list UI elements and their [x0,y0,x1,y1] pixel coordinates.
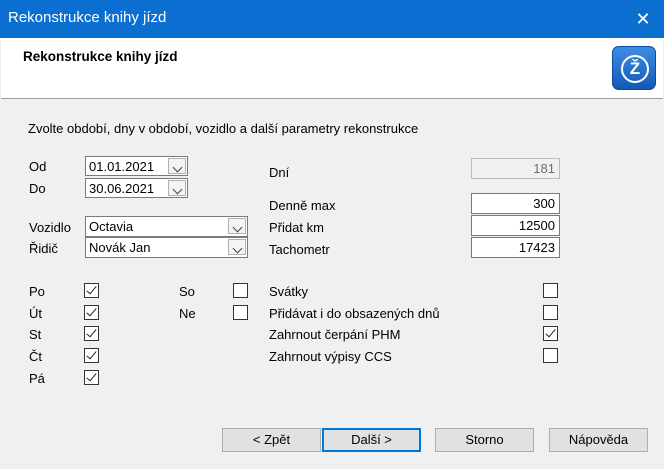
dni-field: 181 [471,158,560,179]
day-ct-label: Čt [29,349,42,364]
day-po-label: Po [29,284,45,299]
tachometr-input[interactable]: 17423 [471,237,560,258]
day-pa-label: Pá [29,371,45,386]
instruction-text: Zvolte období, dny v období, vozidlo a d… [28,121,419,136]
day-so-checkbox[interactable] [233,283,248,298]
title-bar: Rekonstrukce knihy jízd ✕ [0,0,664,38]
day-st-checkbox[interactable] [84,326,99,341]
close-icon[interactable]: ✕ [622,0,664,38]
tachometr-label: Tachometr [269,242,330,257]
day-ne-checkbox[interactable] [233,305,248,320]
pridavat-label: Přidávat i do obsazených dnů [269,306,440,321]
day-ne-label: Ne [179,306,196,321]
pridat-km-input[interactable]: 12500 [471,215,560,236]
svatky-label: Svátky [269,284,309,299]
wizard-header: Rekonstrukce knihy jízd Ž [1,38,663,99]
pridavat-checkbox[interactable] [543,305,558,320]
denne-max-input[interactable]: 300 [471,193,560,214]
ridic-select[interactable]: Novák Jan [85,237,248,258]
denne-max-label: Denně max [269,198,336,213]
page-title: Rekonstrukce knihy jízd [23,49,178,64]
day-so-label: So [179,284,195,299]
help-button[interactable]: Nápověda [549,428,648,452]
dni-label: Dní [269,165,290,180]
vozidlo-label: Vozidlo [29,220,71,235]
svatky-checkbox[interactable] [543,283,558,298]
chevron-down-icon[interactable] [228,218,246,234]
phm-checkbox[interactable] [543,326,558,341]
pridat-km-label: Přidat km [269,220,324,235]
cancel-button[interactable]: Storno [435,428,534,452]
day-ut-label: Út [29,306,42,321]
chevron-down-icon[interactable] [228,239,246,255]
day-po-checkbox[interactable] [84,283,99,298]
window-title: Rekonstrukce knihy jízd [8,9,167,26]
phm-label: Zahrnout čerpání PHM [269,327,401,342]
ccs-label: Zahrnout výpisy CCS [269,349,392,364]
vozidlo-select[interactable]: Octavia [85,216,248,237]
next-button[interactable]: Další > [322,428,421,452]
day-ut-checkbox[interactable] [84,305,99,320]
back-button[interactable]: < Zpět [222,428,321,452]
day-ct-checkbox[interactable] [84,348,99,363]
day-pa-checkbox[interactable] [84,370,99,385]
vozidlo-value: Octavia [89,219,134,234]
od-date-value: 01.01.2021 [89,159,155,174]
day-st-label: St [29,327,42,342]
chevron-down-icon[interactable] [168,180,186,196]
do-date-value: 30.06.2021 [89,181,155,196]
app-logo-icon: Ž [612,46,656,90]
od-date-picker[interactable]: 01.01.2021 [85,156,188,176]
od-label: Od [29,159,47,174]
ridic-value: Novák Jan [89,240,151,255]
ridic-label: Řidič [29,241,58,256]
do-date-picker[interactable]: 30.06.2021 [85,178,188,198]
do-label: Do [29,181,46,196]
chevron-down-icon[interactable] [168,158,186,174]
ccs-checkbox[interactable] [543,348,558,363]
